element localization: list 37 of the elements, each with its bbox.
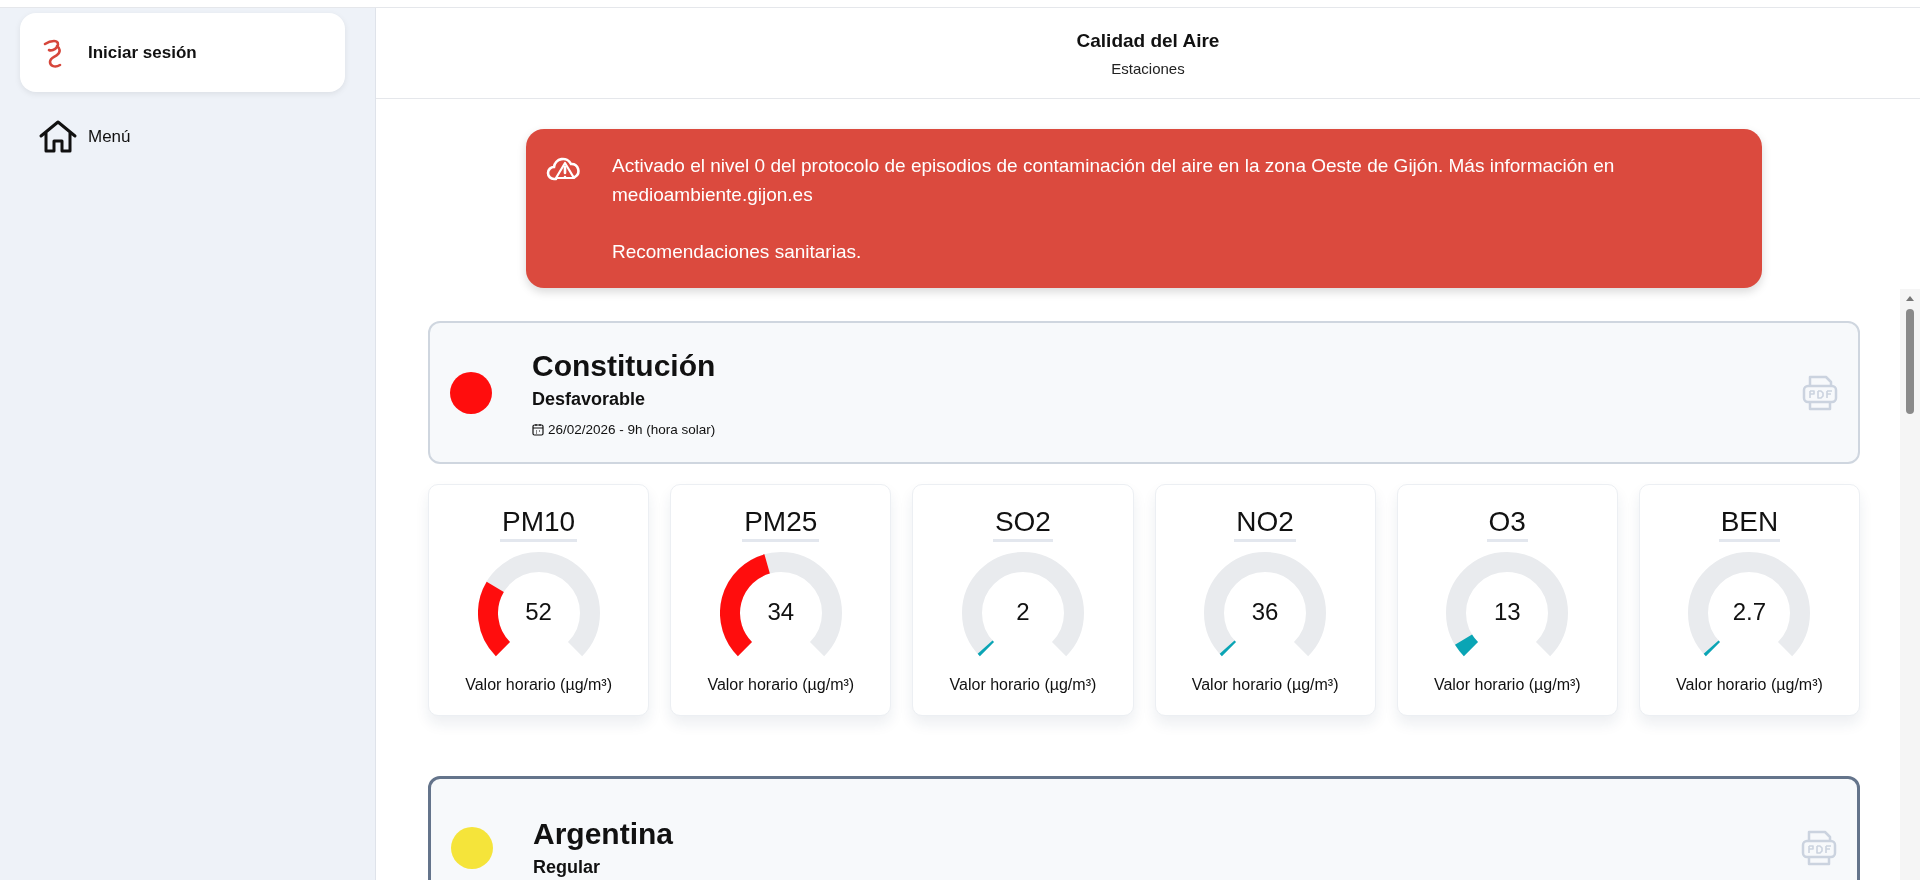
menu-label: Menú (88, 127, 131, 147)
menu-link[interactable]: Menú (20, 112, 355, 162)
page-title: Calidad del Aire (1076, 29, 1220, 52)
gauge-value: 36 (1250, 598, 1280, 626)
scrollbar[interactable] (1900, 289, 1920, 880)
gauge-unit: Valor horario (µg/m³) (1433, 676, 1581, 694)
gauge-value: 2.7 (1731, 598, 1768, 626)
gauge-value: 13 (1492, 598, 1522, 626)
page-subtitle: Estaciones (1111, 59, 1185, 77)
home-icon (38, 119, 78, 155)
pollutant-name: O3 (1486, 505, 1528, 542)
gauge-unit: Valor horario (µg/m³) (1676, 676, 1823, 694)
station-name: Constitución (532, 348, 717, 383)
station-status: Regular (533, 857, 602, 878)
gauge-unit: Valor horario (µg/m³) (465, 676, 612, 694)
gauge-unit: Valor horario (µg/m³) (1191, 676, 1339, 694)
station-status: Desfavorable (532, 388, 647, 410)
gauge-value: 34 (766, 598, 796, 626)
pollutant-name: SO2 (992, 505, 1053, 542)
station-name: Argentina (533, 817, 674, 851)
pollutant-name: PM10 (500, 505, 578, 542)
pollutant-name: PM25 (742, 505, 820, 542)
pdf-icon[interactable] (1802, 373, 1838, 412)
login-button[interactable]: Iniciar sesión (20, 13, 345, 92)
gauge-value: 2 (1015, 598, 1031, 626)
gauge-unit: Valor horario (µg/m³) (707, 676, 855, 694)
gauge-unit: Valor horario (µg/m³) (949, 676, 1097, 694)
pdf-icon[interactable] (1801, 828, 1837, 867)
calendar-icon (532, 422, 544, 436)
pollutant-name: NO2 (1234, 505, 1296, 542)
station-date: 26/02/2026 - 9h (hora solar) (548, 421, 716, 437)
station-card[interactable]: Argentina Regular (428, 776, 1860, 880)
station-card[interactable]: Constitución Desfavorable 26/02/2026 - 9h (hora solar) (428, 321, 1860, 464)
pollutant-name: BEN (1718, 505, 1781, 542)
alert-text: Recomendaciones sanitarias. (612, 240, 863, 264)
gauge-value: 52 (524, 598, 553, 626)
alert-text: Activado el nivel 0 del protocolo de episodios de contaminación del aire en la zona Oeste de Gijón. Más información en medioambiente.gijon.es (612, 154, 1616, 207)
